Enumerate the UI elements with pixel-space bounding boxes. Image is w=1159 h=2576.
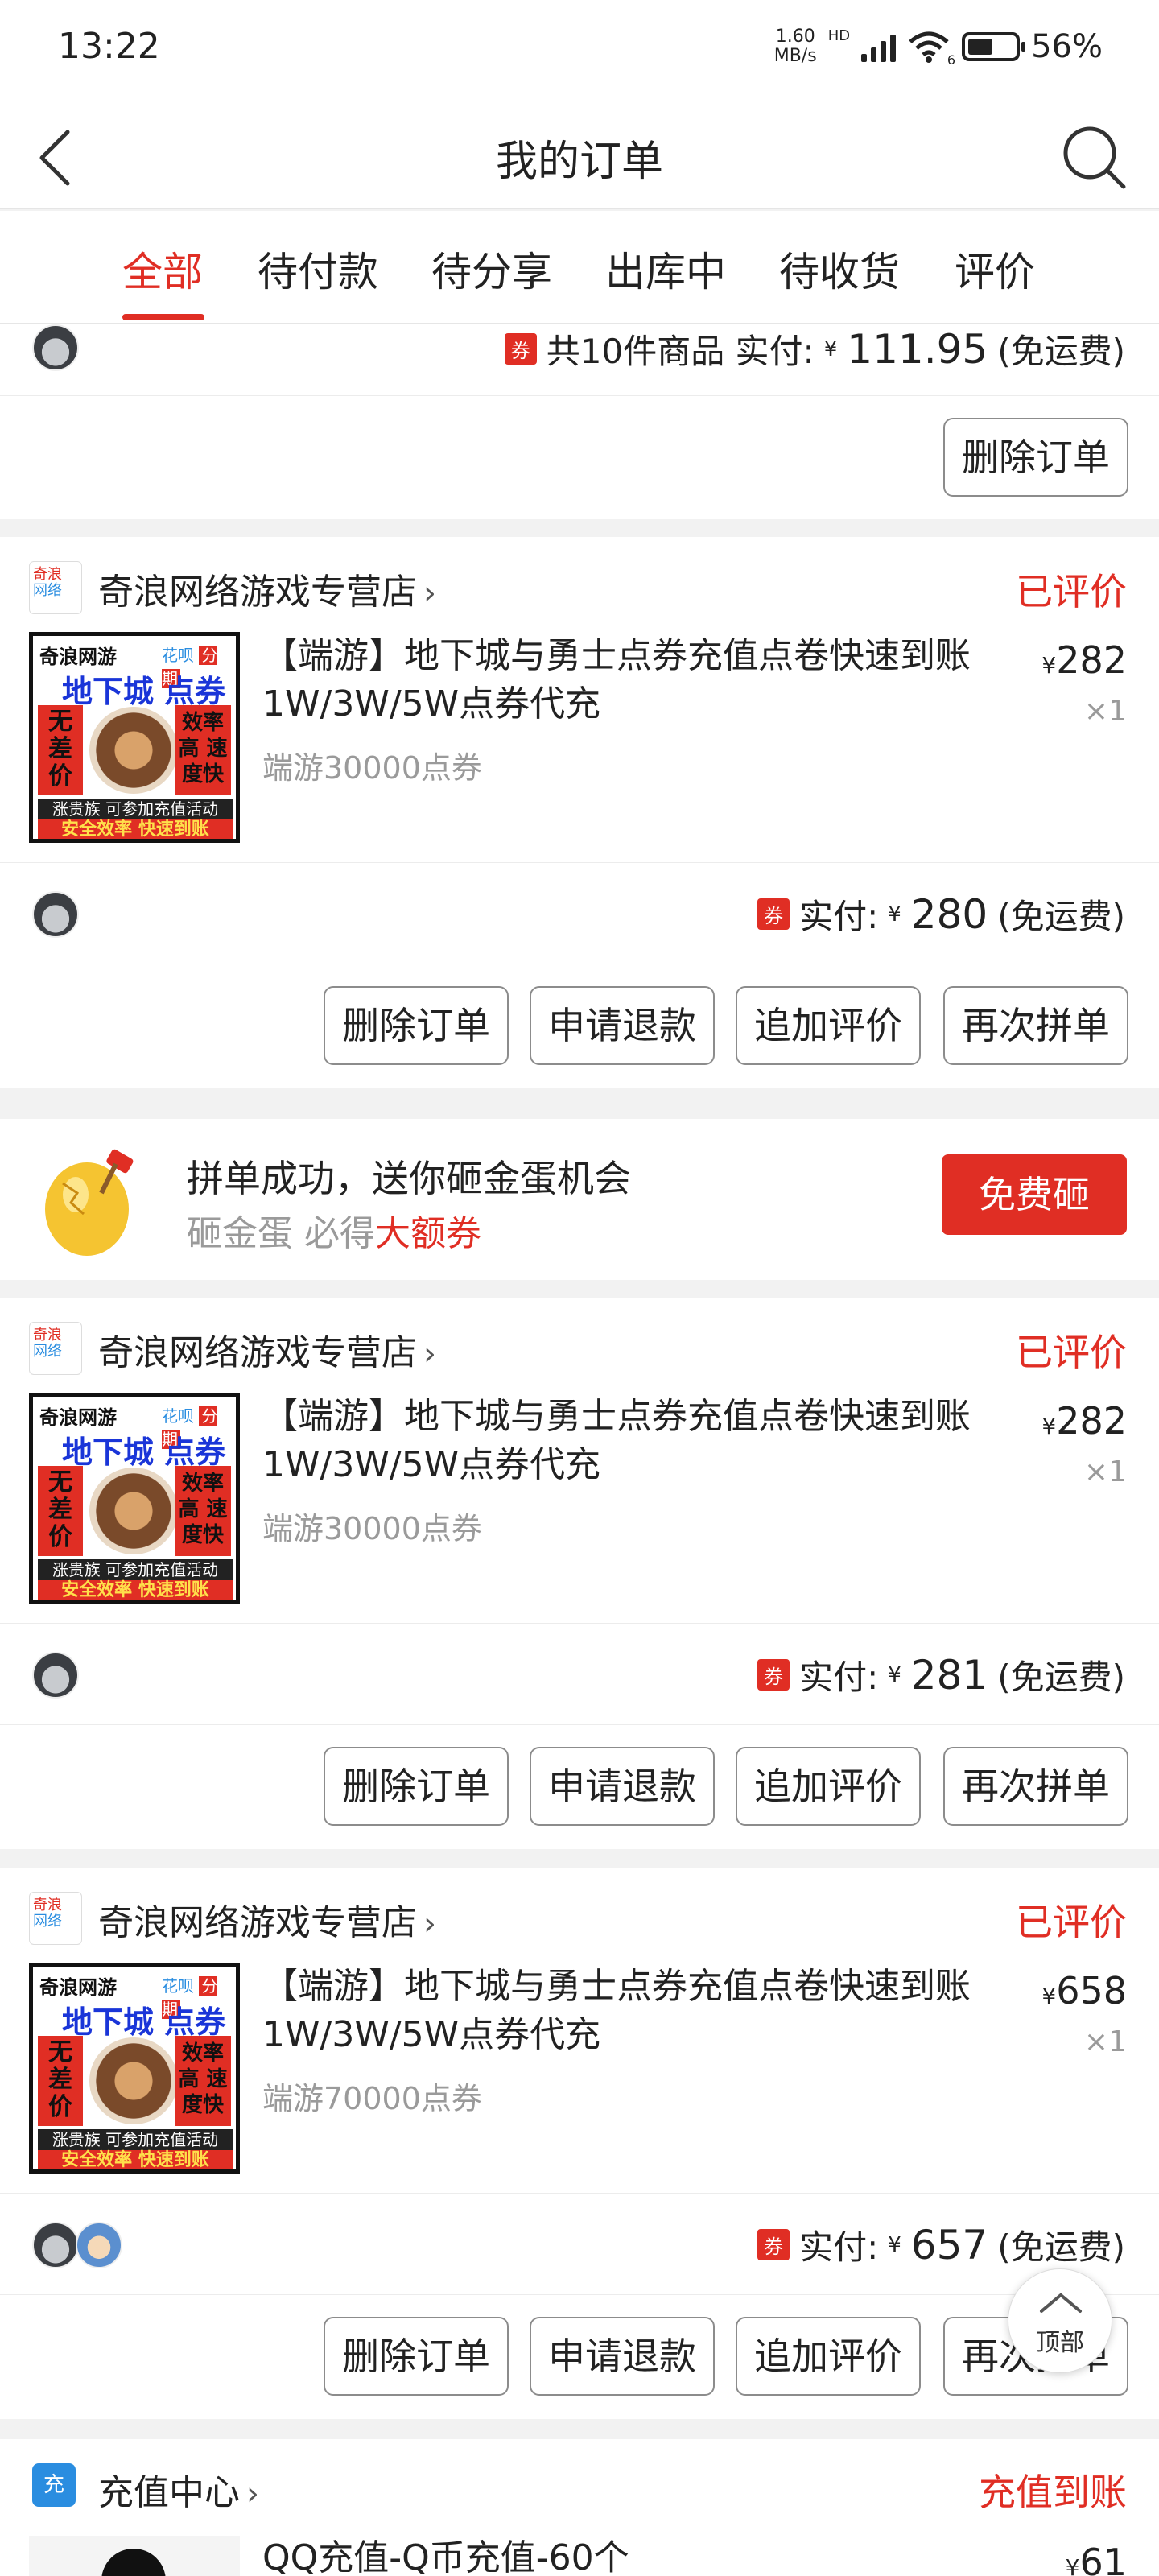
- network-type-label: HD: [827, 27, 851, 44]
- add-review-button[interactable]: 追加评价: [736, 2317, 921, 2396]
- divider: [0, 1623, 1159, 1624]
- status-icons: 1.60 MB/s HD 6 56%: [773, 27, 1103, 68]
- chevron-right-icon: ›: [423, 575, 436, 612]
- nav-bar: 我的订单: [0, 105, 1159, 209]
- product-image[interactable]: 奇浪网游 花呗 分期 地下城 点券 无差价 效率高 速度快 涨贵族 可参加充值活…: [29, 632, 240, 843]
- product-spec: 端游30000点券: [262, 1511, 482, 1546]
- divider: [0, 2294, 1159, 2295]
- shop-logo: 奇浪 网络: [29, 561, 82, 614]
- order-status: 充值到账: [979, 2471, 1127, 2514]
- divider: [0, 395, 1159, 396]
- divider: [0, 2193, 1159, 2194]
- order-status: 已评价: [1016, 1331, 1127, 1374]
- tab-review[interactable]: 评价: [955, 240, 1035, 298]
- order-total: 券 实付: ¥ 281 (免运费): [757, 1650, 1125, 1699]
- shop-logo: 奇浪 网络: [29, 1322, 82, 1375]
- order-card: 奇浪 网络 奇浪网络游戏专营店 › 已评价 奇浪网游 花呗 分期 地下城 点券 无差…: [0, 1868, 1159, 2419]
- order-total: 券 实付: ¥ 657 (免运费): [757, 2220, 1125, 2269]
- status-bar: 13:22 1.60 MB/s HD 6 56%: [0, 0, 1159, 105]
- delete-order-button[interactable]: 删除订单: [324, 986, 509, 1065]
- request-refund-button[interactable]: 申请退款: [530, 986, 715, 1065]
- delete-order-button[interactable]: 删除订单: [324, 2317, 509, 2396]
- order-status: 已评价: [1016, 1901, 1127, 1944]
- chevron-right-icon: ›: [423, 1335, 436, 1373]
- tab-shipping[interactable]: 出库中: [605, 240, 726, 298]
- recharge-center-icon: 充: [32, 2463, 76, 2507]
- order-tabs: 全部 待付款 待分享 出库中 待收货 评价: [0, 211, 1159, 324]
- tab-pending-receipt[interactable]: 待收货: [779, 240, 900, 298]
- shop-name-link[interactable]: 奇浪网络游戏专营店 ›: [98, 1323, 436, 1375]
- free-smash-button[interactable]: 免费砸: [942, 1154, 1127, 1235]
- active-tab-indicator: [122, 314, 204, 320]
- order-total: 券 共10件商品 实付: ¥ 111.95 (免运费): [504, 324, 1125, 374]
- network-speed: 1.60 MB/s: [773, 27, 817, 66]
- avatar: [32, 324, 79, 371]
- search-icon[interactable]: [1059, 122, 1128, 192]
- shop-logo: 奇浪 网络: [29, 1892, 82, 1945]
- back-to-top-button[interactable]: 顶部: [1008, 2268, 1112, 2373]
- product-title[interactable]: 【端游】地下城与勇士点券充值点卷快速到账1W/3W/5W点券代充: [262, 1393, 1011, 1489]
- reorder-button[interactable]: 再次拼单: [943, 1747, 1128, 1826]
- coupon-badge: 券: [757, 898, 790, 930]
- order-card-partial: 券 共10件商品 实付: ¥ 111.95 (免运费) 删除订单: [0, 324, 1159, 519]
- shop-name-link[interactable]: 充值中心 ›: [98, 2463, 259, 2515]
- chevron-right-icon: ›: [423, 1905, 436, 1942]
- reorder-button[interactable]: 再次拼单: [943, 986, 1128, 1065]
- product-price: ¥282: [1041, 1399, 1127, 1443]
- back-to-top-label: 顶部: [1036, 2329, 1084, 2357]
- product-title[interactable]: 【端游】地下城与勇士点券充值点卷快速到账1W/3W/5W点券代充: [262, 632, 1011, 729]
- product-spec: 端游70000点券: [262, 2081, 482, 2116]
- shop-name-link[interactable]: 奇浪网络游戏专营店 ›: [98, 563, 436, 614]
- coupon-badge: 券: [757, 1659, 790, 1690]
- avatar: [32, 2222, 79, 2268]
- status-time: 13:22: [58, 26, 160, 67]
- promo-title: 拼单成功，送你砸金蛋机会: [187, 1157, 631, 1200]
- avatar: [32, 1652, 79, 1699]
- add-review-button[interactable]: 追加评价: [736, 1747, 921, 1826]
- battery-percent: 56%: [1031, 28, 1103, 65]
- product-quantity: ×1: [1083, 1455, 1127, 1488]
- delete-order-button[interactable]: 删除订单: [324, 1747, 509, 1826]
- golden-egg-promo: 拼单成功，送你砸金蛋机会 砸金蛋 必得大额券 免费砸: [0, 1119, 1159, 1280]
- product-image[interactable]: [29, 2536, 240, 2576]
- tab-all[interactable]: 全部: [122, 240, 203, 298]
- request-refund-button[interactable]: 申请退款: [530, 2317, 715, 2396]
- divider: [0, 862, 1159, 863]
- order-total: 券 实付: ¥ 280 (免运费): [757, 890, 1125, 939]
- promo-subtitle: 砸金蛋 必得大额券: [187, 1213, 481, 1254]
- signal-icon: [861, 31, 897, 62]
- avatar: [32, 891, 79, 938]
- chevron-up-icon: [1040, 2293, 1082, 2313]
- product-price: ¥658: [1041, 1969, 1127, 2013]
- product-quantity: ×1: [1083, 2025, 1127, 2058]
- chevron-right-icon: ›: [246, 2475, 259, 2512]
- coupon-badge: 券: [757, 2229, 790, 2260]
- delete-order-button[interactable]: 删除订单: [943, 418, 1128, 497]
- divider: [0, 1724, 1159, 1725]
- shop-name-link[interactable]: 奇浪网络游戏专营店 ›: [98, 1893, 436, 1945]
- product-title[interactable]: QQ充值-Q币充值-60个: [262, 2534, 1011, 2576]
- product-spec: 端游30000点券: [262, 750, 482, 786]
- product-price: ¥61: [1065, 2541, 1127, 2576]
- order-status: 已评价: [1016, 570, 1127, 613]
- order-card: 奇浪 网络 奇浪网络游戏专营店 › 已评价 奇浪网游 花呗 分期 地下城 点券 无差…: [0, 537, 1159, 1088]
- product-title[interactable]: 【端游】地下城与勇士点券充值点卷快速到账1W/3W/5W点券代充: [262, 1963, 1011, 2059]
- wifi-icon: 6: [907, 31, 955, 68]
- tab-pending-share[interactable]: 待分享: [431, 240, 552, 298]
- order-card: 奇浪 网络 奇浪网络游戏专营店 › 已评价 奇浪网游 花呗 分期 地下城 点券 无差…: [0, 1298, 1159, 1849]
- request-refund-button[interactable]: 申请退款: [530, 1747, 715, 1826]
- battery-icon: [962, 32, 1026, 61]
- golden-egg-icon: [39, 1145, 143, 1257]
- order-card-recharge: 充 充值中心 › 充值到账 QQ充值-Q币充值-60个 ¥61: [0, 2439, 1159, 2576]
- product-quantity: ×1: [1083, 695, 1127, 728]
- add-review-button[interactable]: 追加评价: [736, 986, 921, 1065]
- wifi-label: 6: [947, 52, 956, 68]
- tab-pending-payment[interactable]: 待付款: [258, 240, 378, 298]
- product-image[interactable]: 奇浪网游 花呗 分期 地下城 点券 无差价 效率高 速度快 涨贵族 可参加充值活…: [29, 1393, 240, 1604]
- coupon-badge: 券: [504, 333, 537, 365]
- page-title: 我的订单: [495, 138, 663, 186]
- product-price: ¥282: [1041, 638, 1127, 682]
- avatar: [76, 2222, 122, 2268]
- product-image[interactable]: 奇浪网游 花呗 分期 地下城 点券 无差价 效率高 速度快 涨贵族 可参加充值活…: [29, 1963, 240, 2174]
